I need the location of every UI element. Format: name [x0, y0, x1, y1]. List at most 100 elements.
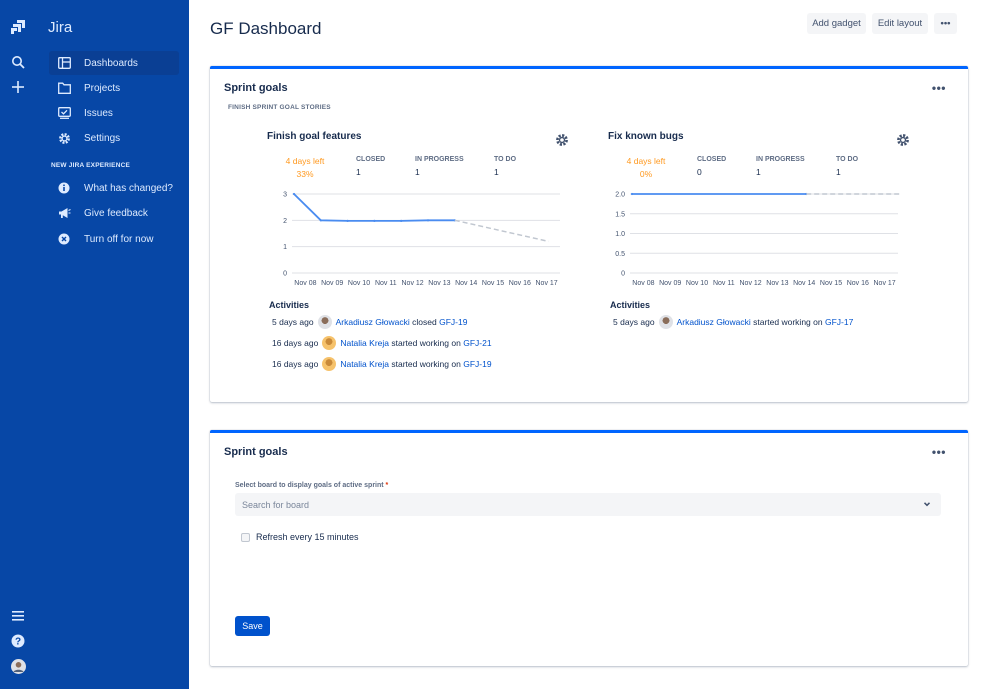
stat-closed-value: 0 — [697, 167, 702, 177]
burndown-chart: 0 1 2 3 Nov 08 Nov 09 Nov 10 Nov 11 Nov 12 Nov 13… — [283, 192, 560, 287]
user-link[interactable]: Arkadiusz Głowacki — [336, 317, 410, 327]
y-tick-label: 0 — [283, 271, 287, 278]
x-tick-label: Nov 12 — [740, 280, 762, 287]
info-icon — [56, 180, 72, 196]
issue-link[interactable]: GFJ-19 — [463, 359, 491, 369]
y-tick-label: 2 — [283, 218, 287, 225]
sidebar-item-projects[interactable]: Projects — [49, 76, 179, 100]
chevron-down-icon — [922, 499, 932, 509]
sidebar-item-label: Give feedback — [84, 207, 148, 219]
burndown-chart: 0 0.5 1.0 1.5 2.0 Nov 08 Nov 09 Nov 10 Nov 11 Nov… — [615, 192, 900, 287]
stat-closed-label: CLOSED — [697, 156, 727, 163]
user-link[interactable]: Arkadiusz Głowacki — [677, 317, 751, 327]
activity-time: 5 days ago — [272, 317, 314, 327]
goal-percent: 0% — [639, 169, 653, 179]
gadget-title: Sprint goals — [224, 82, 288, 94]
y-tick-label: 2.0 — [615, 192, 625, 199]
x-tick-label: Nov 10 — [686, 280, 708, 287]
x-tick-label: Nov 12 — [402, 280, 424, 287]
app-name: Jira — [48, 19, 73, 36]
issue-link[interactable]: GFJ-17 — [825, 317, 853, 327]
user-avatar — [322, 336, 337, 350]
goal-percent: 33% — [296, 169, 314, 179]
add-gadget-button[interactable]: Add gadget — [807, 13, 866, 34]
activity-item: 16 days ago Natalia Kreja started workin… — [272, 357, 492, 371]
megaphone-icon — [56, 205, 72, 221]
sidebar-item-label: Issues — [84, 107, 113, 119]
save-button[interactable]: Save — [235, 616, 270, 636]
stat-in-progress-label: IN PROGRESS — [756, 156, 805, 163]
y-tick-label: 0.5 — [615, 251, 625, 258]
sidebar-item-label: What has changed? — [84, 182, 173, 194]
projected-burndown-line — [454, 219, 549, 243]
user-link[interactable]: Natalia Kreja — [340, 338, 389, 348]
header-more-button[interactable]: ••• — [934, 13, 957, 34]
data-point — [319, 219, 322, 222]
x-tick-label: Nov 16 — [847, 280, 869, 287]
profile-avatar-icon[interactable] — [8, 656, 28, 676]
jira-logo-icon[interactable] — [8, 17, 28, 37]
edit-layout-button[interactable]: Edit layout — [872, 13, 928, 34]
sidebar-item-label: Dashboards — [84, 57, 138, 69]
sidebar-item-what-has-changed[interactable]: What has changed? — [49, 176, 179, 200]
sidebar-item-issues[interactable]: Issues — [49, 101, 179, 125]
sidebar-item-settings[interactable]: Settings — [49, 126, 179, 150]
issue-link[interactable]: GFJ-19 — [439, 317, 467, 327]
activities-title: Activities — [610, 300, 651, 310]
stat-in-progress-value: 1 — [415, 167, 420, 177]
stat-in-progress-label: IN PROGRESS — [415, 156, 464, 163]
required-mark: * — [385, 482, 389, 489]
data-point — [630, 192, 634, 196]
refresh-checkbox[interactable] — [241, 532, 250, 542]
activity-item: 5 days ago Arkadiusz Głowacki started wo… — [613, 315, 853, 329]
board-field-label: Select board to display goals of active … — [235, 482, 388, 489]
activity-action: started working on — [753, 317, 823, 327]
x-tick-label: Nov 14 — [455, 280, 477, 287]
activity-action: closed — [412, 317, 437, 327]
stat-to-do-label: TO DO — [836, 156, 859, 163]
x-tick-label: Nov 11 — [375, 280, 397, 287]
menu-icon[interactable] — [8, 606, 28, 626]
user-link[interactable]: Natalia Kreja — [340, 359, 389, 369]
activities-title: Activities — [269, 300, 310, 310]
x-tick-label: Nov 08 — [632, 280, 654, 287]
data-point — [400, 219, 403, 222]
y-tick-label: 1.0 — [615, 231, 625, 238]
gadget-more-button[interactable]: ••• — [932, 445, 946, 459]
help-icon[interactable]: ? — [8, 631, 28, 651]
activity-action: started working on — [391, 338, 461, 348]
days-left: 4 days left — [626, 156, 666, 166]
x-tick-label: Nov 11 — [713, 280, 735, 287]
gadget-more-button[interactable]: ••• — [932, 81, 946, 95]
issue-link[interactable]: GFJ-21 — [463, 338, 491, 348]
goal-settings-gear-icon[interactable] — [896, 133, 910, 147]
activity-time: 16 days ago — [272, 359, 319, 369]
x-tick-label: Nov 15 — [482, 280, 504, 287]
y-tick-label: 3 — [283, 192, 287, 199]
stat-closed-value: 1 — [356, 167, 361, 177]
x-tick-label: Nov 08 — [294, 280, 316, 287]
data-point — [373, 219, 376, 222]
data-point — [292, 192, 296, 196]
y-tick-label: 1 — [283, 244, 287, 251]
sidebar: Jira Dashboards Projects Issues Settings… — [36, 0, 189, 689]
sidebar-item-give-feedback[interactable]: Give feedback — [49, 201, 179, 225]
days-left: 4 days left — [285, 156, 325, 166]
gear-icon — [56, 130, 72, 146]
board-search-placeholder: Search for board — [242, 499, 310, 510]
goal-settings-gear-icon[interactable] — [555, 133, 569, 147]
activity-time: 5 days ago — [613, 317, 655, 327]
sidebar-item-turn-off[interactable]: Turn off for now — [49, 227, 179, 251]
activity-item: 16 days ago Natalia Kreja started workin… — [272, 336, 492, 350]
board-search-select[interactable]: Search for board — [235, 493, 941, 516]
create-plus-icon[interactable] — [8, 77, 28, 97]
search-icon[interactable] — [8, 52, 28, 72]
sidebar-item-label: Projects — [84, 82, 121, 94]
actual-burndown-line — [293, 193, 455, 222]
x-tick-label: Nov 16 — [509, 280, 531, 287]
sidebar-item-dashboards[interactable]: Dashboards — [49, 51, 179, 75]
issues-icon — [56, 105, 72, 121]
x-tick-label: Nov 13 — [766, 280, 788, 287]
x-tick-label: Nov 10 — [348, 280, 370, 287]
sidebar-item-label: Turn off for now — [84, 233, 154, 245]
